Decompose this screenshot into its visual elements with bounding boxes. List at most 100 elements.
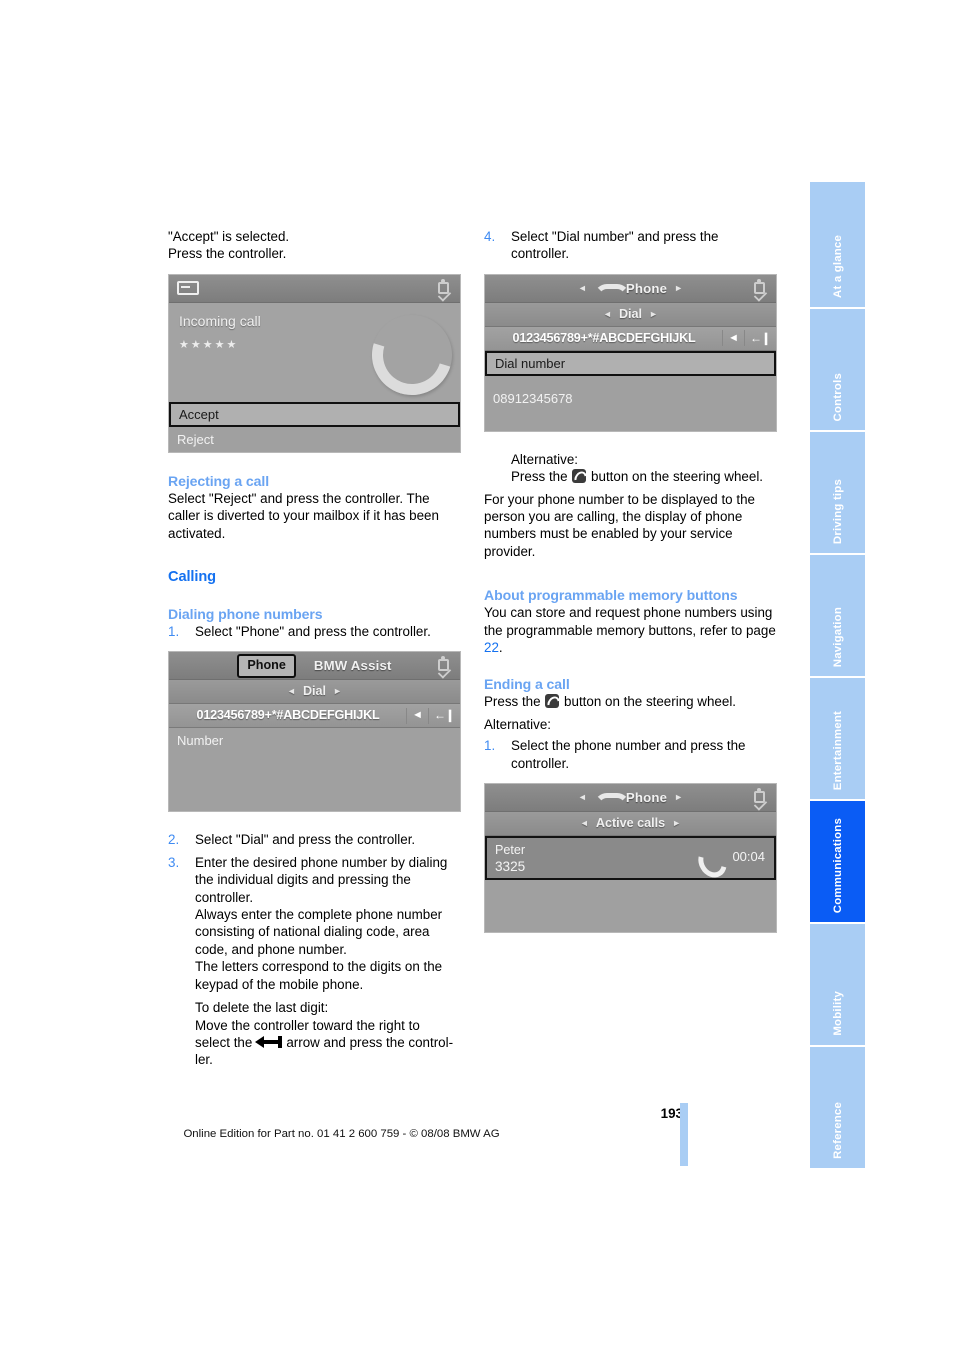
chevron-left-icon[interactable]: ◄ bbox=[578, 283, 587, 293]
accept-option[interactable]: Accept bbox=[169, 401, 460, 427]
dialnumber-keypad-strip[interactable]: 0123456789+*#ABCDEFGHIJKL ◄ ←❙ bbox=[485, 326, 776, 351]
chevron-right-icon[interactable]: ► bbox=[674, 283, 683, 293]
controller-compass-icon bbox=[750, 278, 769, 302]
tab-bmw-assist[interactable]: BMW Assist bbox=[314, 657, 392, 674]
intro-line-1: "Accept" is selected. bbox=[168, 229, 290, 244]
step-3-arrow-tail: arrow and press the control- bbox=[286, 1034, 454, 1050]
step-4-number: 4. bbox=[484, 229, 496, 244]
intro-line-2: Press the controller. bbox=[168, 246, 287, 262]
incoming-call-label: Incoming call bbox=[179, 312, 261, 329]
chapter-tab-label: Entertainment bbox=[831, 710, 844, 790]
masked-number: ★★★★★ bbox=[179, 338, 239, 351]
controller-compass-icon bbox=[750, 788, 769, 811]
step-3-select-the: select the bbox=[195, 1034, 253, 1050]
chapter-tab-driving-tips[interactable]: Driving tips bbox=[810, 432, 865, 555]
keypad-left-arrow-icon[interactable]: ◄ bbox=[728, 330, 739, 347]
number-row[interactable]: Number bbox=[169, 728, 460, 754]
entered-number: 08912345678 bbox=[493, 390, 573, 406]
keypad-delete-icon[interactable]: ←❙ bbox=[750, 330, 771, 347]
alternative-press-prefix: Press the bbox=[511, 469, 568, 485]
step-3: 3. Enter the desired phone number by dia… bbox=[168, 854, 461, 906]
chevron-right-icon[interactable]: ► bbox=[674, 793, 683, 802]
programmable-memory-buttons-heading: About programmable memory buttons bbox=[484, 587, 738, 604]
ending-step-1-text: Select the phone number and press the co… bbox=[511, 738, 746, 771]
chapter-tab-label: Controls bbox=[831, 372, 844, 421]
ending-alternative-label: Alternative: bbox=[484, 716, 551, 732]
step-3-number: 3. bbox=[168, 854, 180, 870]
reject-option[interactable]: Reject bbox=[169, 426, 460, 452]
keypad-delete-icon[interactable]: ←❙ bbox=[434, 707, 455, 724]
chapter-tab-reference[interactable]: Reference bbox=[810, 1047, 865, 1170]
alternative-press-suffix: button on the steering wheel. bbox=[591, 469, 764, 485]
keypad-left-arrow-icon[interactable]: ◄ bbox=[412, 707, 423, 724]
activecalls-subbar[interactable]: ◄ Active calls ► bbox=[485, 812, 776, 837]
chapter-tab-mobility[interactable]: Mobility bbox=[810, 924, 865, 1047]
right-column: 4. Select "Dial number" and press the co… bbox=[484, 228, 777, 934]
active-call-row[interactable]: Peter 3325 00:04 bbox=[485, 836, 776, 881]
chevron-right-icon[interactable]: ► bbox=[672, 819, 681, 828]
activecalls-empty-area bbox=[485, 880, 776, 933]
call-duration: 00:04 bbox=[732, 849, 765, 865]
step-3-text-part-4: To delete the last digit: bbox=[195, 1000, 329, 1016]
memory-text-body: You can store and request phone numbers … bbox=[484, 605, 776, 638]
back-icon bbox=[177, 280, 199, 295]
chapter-tab-strip: At a glance Controls Driving tips Navigatio… bbox=[810, 182, 865, 1170]
incoming-call-body: Incoming call ★★★★★ bbox=[169, 302, 460, 402]
step-2-text: Select "Dial" and press the controller. bbox=[195, 832, 416, 848]
phone-handset-icon bbox=[593, 282, 630, 295]
tab-phone[interactable]: Phone bbox=[237, 654, 296, 678]
step-4: 4. Select "Dial number" and press the co… bbox=[484, 228, 777, 263]
ending-press-suffix: button on the steering wheel. bbox=[564, 694, 737, 710]
chapter-tab-label: At a glance bbox=[831, 235, 844, 298]
steering-wheel-phone-button-icon bbox=[545, 694, 560, 709]
page-number: 193 bbox=[660, 1106, 683, 1121]
step-3-text-part-6: select the arrow and press the control- bbox=[168, 1034, 461, 1051]
chevron-left-icon[interactable]: ◄ bbox=[580, 819, 589, 828]
incoming-topbar bbox=[169, 274, 460, 303]
step-1-text: Select "Phone" and press the controller. bbox=[195, 624, 431, 640]
ending-step-1: 1. Select the phone number and press the… bbox=[484, 737, 777, 772]
activecalls-topbar: ◄ Phone ► bbox=[485, 784, 776, 813]
chevron-right-icon[interactable]: ► bbox=[649, 309, 658, 319]
chapter-tab-at-a-glance[interactable]: At a glance bbox=[810, 182, 865, 309]
dialnumber-subbar[interactable]: ◄ Dial ► bbox=[485, 302, 776, 327]
alternative-instruction: Press the button on the steering wheel. bbox=[484, 468, 777, 485]
caller-number: 3325 bbox=[495, 859, 526, 875]
page-reference-link[interactable]: 22 bbox=[484, 640, 499, 655]
display-number-note: For your phone number to be displayed to… bbox=[484, 491, 755, 559]
chapter-tab-communications[interactable]: Communications bbox=[810, 801, 865, 924]
dial-number-screenshot: ◄ Phone ► ◄ Dial ► 0123456789+*#ABCDEFGH… bbox=[484, 273, 777, 432]
screen-title: Phone bbox=[625, 280, 668, 296]
step-3-text-part-5: Move the controller toward the right to bbox=[195, 1017, 420, 1033]
step-3-text-part-3: The letters correspond to the digits on … bbox=[195, 959, 443, 992]
dialnumber-topbar: ◄ Phone ► bbox=[485, 274, 776, 303]
phone-handset-icon bbox=[372, 315, 434, 377]
dialing-phone-numbers-heading: Dialing phone numbers bbox=[168, 606, 323, 623]
phone-dial-screenshot: Phone BMW Assist ◄ Dial ► 0123456789+*#A… bbox=[168, 651, 461, 813]
phone-empty-area bbox=[169, 753, 460, 812]
phone-subbar[interactable]: ◄ Dial ► bbox=[169, 680, 460, 705]
chapter-tab-label: Driving tips bbox=[831, 478, 844, 544]
chevron-left-icon[interactable]: ◄ bbox=[578, 793, 587, 802]
keypad-characters[interactable]: 0123456789+*#ABCDEFGHIJKL bbox=[175, 707, 401, 724]
dial-number-option[interactable]: Dial number bbox=[485, 350, 776, 376]
chapter-tab-label: Mobility bbox=[831, 991, 844, 1036]
chapter-tab-entertainment[interactable]: Entertainment bbox=[810, 678, 865, 801]
caller-name: Peter bbox=[495, 843, 526, 858]
ending-press-prefix: Press the bbox=[484, 694, 541, 710]
steering-wheel-phone-button-icon bbox=[572, 469, 587, 484]
chapter-tab-navigation[interactable]: Navigation bbox=[810, 555, 865, 678]
keypad-characters[interactable]: 0123456789+*#ABCDEFGHIJKL bbox=[491, 330, 717, 347]
chapter-tab-controls[interactable]: Controls bbox=[810, 309, 865, 432]
ending-a-call-heading: Ending a call bbox=[484, 676, 570, 693]
chevron-left-icon[interactable]: ◄ bbox=[287, 687, 296, 696]
incoming-call-screenshot: Incoming call ★★★★★ Accept Reject bbox=[168, 273, 461, 453]
chapter-tab-label: Communications bbox=[831, 817, 844, 913]
phone-keypad-strip[interactable]: 0123456789+*#ABCDEFGHIJKL ◄ ←❙ bbox=[169, 704, 460, 729]
chevron-right-icon[interactable]: ► bbox=[333, 687, 342, 696]
step-1-number: 1. bbox=[168, 624, 180, 640]
step-2: 2. Select "Dial" and press the controlle… bbox=[168, 831, 461, 848]
step-3-text-part-1: Enter the desired phone number by dialin… bbox=[195, 854, 448, 905]
step-1: 1. Select "Phone" and press the controll… bbox=[168, 623, 461, 640]
phone-handset-icon bbox=[699, 846, 719, 870]
